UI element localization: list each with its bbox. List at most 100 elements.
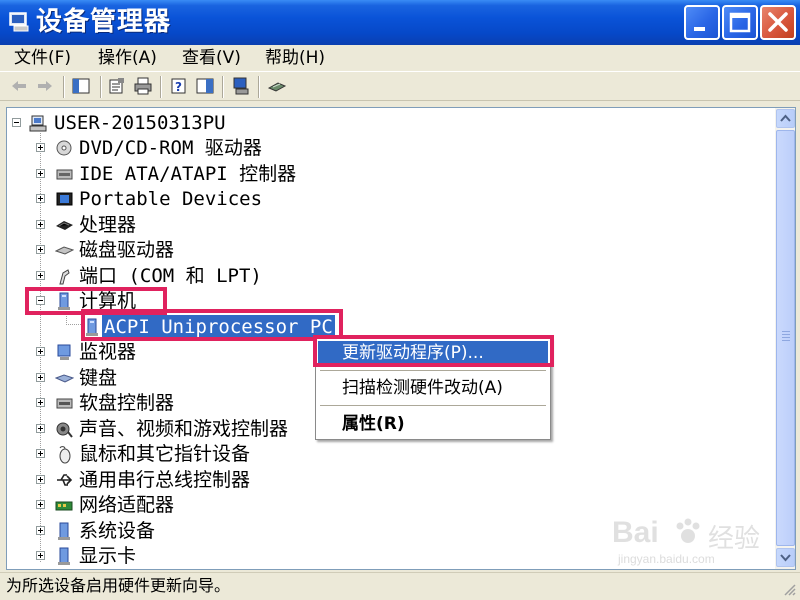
tree-label: 软盘控制器 [79,392,175,414]
ide-controller-icon [56,169,73,180]
tree-label: 显示卡 [79,545,137,567]
svg-text:?: ? [175,80,182,94]
title-bar[interactable]: 设备管理器 [0,0,800,45]
usb-icon [57,474,73,486]
device-manager-icon [9,12,29,32]
tree-label: 系统设备 [79,520,156,542]
expand-toggle[interactable] [36,143,45,152]
watermark-brand: Bai [612,516,659,549]
print-icon[interactable] [134,77,152,95]
tree-item-portable[interactable]: Portable Devices [7,187,407,212]
tree-item-disk[interactable]: 磁盘驱动器 [7,238,407,263]
show-hide-tree-icon[interactable] [72,77,90,95]
system-device-icon [58,522,70,540]
tree-label: 键盘 [79,367,118,389]
menu-item-scan-hardware[interactable]: 扫描检测硬件改动(A) [318,376,548,400]
mouse-icon [59,446,71,464]
menu-view[interactable]: 查看(V) [182,47,241,69]
collapse-toggle[interactable] [12,118,21,127]
root-label: USER-20150313PU [54,112,226,134]
menu-help[interactable]: 帮助(H) [265,47,325,69]
window-title: 设备管理器 [36,7,172,37]
processor-icon [56,221,73,230]
menu-action[interactable]: 操作(A) [98,47,157,69]
maximize-button[interactable] [722,5,758,40]
tree-label: 声音、视频和游戏控制器 [79,418,289,440]
disk-drive-icon [55,246,74,255]
display-adapter-icon [58,547,70,565]
maximize-icon [729,12,751,33]
update-driver-icon[interactable] [268,77,286,95]
expand-toggle[interactable] [36,475,45,484]
monitor-icon [57,344,71,360]
highlight-box-update-driver [313,335,554,367]
forward-arrow-icon[interactable] [36,77,54,95]
expand-toggle[interactable] [36,194,45,203]
tree-item-dvd[interactable]: DVD/CD-ROM 驱动器 [7,136,407,161]
close-button[interactable] [760,5,796,40]
tree-item-mouse[interactable]: 鼠标和其它指针设备 [7,442,407,467]
highlight-box-acpi [81,309,343,341]
minimize-icon [694,27,705,31]
menu-item-properties[interactable]: 属性(R) [318,412,548,436]
tree-label: 处理器 [79,214,137,236]
tree-item-processor[interactable]: 处理器 [7,213,407,238]
scan-hardware-icon[interactable] [232,77,250,95]
watermark-tail: 经验 [708,524,761,554]
tree-item-ide[interactable]: IDE ATA/ATAPI 控制器 [7,162,407,187]
tree-item-network[interactable]: 网络适配器 [7,493,407,518]
device-manager-window: 设备管理器 文件(F) 操作(A) 查看(V) 帮助(H) ? USER-201… [0,0,800,600]
status-text: 为所选设备启用硬件更新向导。 [6,576,231,595]
tree-label: Portable Devices [79,188,263,210]
tree-root[interactable]: USER-20150313PU [7,111,407,136]
properties-icon[interactable] [108,77,126,95]
tree-label: 监视器 [79,341,137,363]
tree-label: DVD/CD-ROM 驱动器 [79,137,262,159]
tree-label: 端口 (COM 和 LPT) [79,265,262,287]
vertical-scrollbar[interactable] [775,108,795,569]
console-tree-icon[interactable] [196,77,214,95]
keyboard-icon [55,374,74,383]
menu-file[interactable]: 文件(F) [14,47,71,69]
back-arrow-icon[interactable] [10,77,28,95]
scroll-up-button[interactable] [776,109,795,128]
tree-label: 通用串行总线控制器 [79,469,251,491]
expand-toggle[interactable] [36,373,45,382]
dvd-drive-icon [56,140,72,156]
expand-toggle[interactable] [36,500,45,509]
help-icon[interactable]: ? [170,77,188,95]
resize-grip-icon[interactable] [782,582,796,596]
expand-toggle[interactable] [36,424,45,433]
expand-toggle[interactable] [36,347,45,356]
expand-toggle[interactable] [36,245,45,254]
close-icon [768,12,788,32]
expand-toggle[interactable] [36,526,45,535]
toolbar: ? [0,71,800,101]
expand-toggle[interactable] [36,220,45,229]
tree-label: 鼠标和其它指针设备 [79,443,251,465]
tree-item-system[interactable]: 系统设备 [7,519,407,544]
tree-item-port[interactable]: 端口 (COM 和 LPT) [7,264,407,289]
scan-hardware-label: 扫描检测硬件改动(A) [342,378,503,398]
network-adapter-icon [55,501,73,511]
status-bar: 为所选设备启用硬件更新向导。 [0,572,800,600]
scroll-up-arrow-icon [780,114,791,122]
watermark-url: jingyan.baidu.com [618,552,715,566]
expand-toggle[interactable] [36,398,45,407]
expand-toggle[interactable] [36,449,45,458]
computer-icon [29,115,47,132]
tree-label: 磁盘驱动器 [79,239,175,261]
expand-toggle[interactable] [36,551,45,560]
scroll-thumb[interactable] [776,130,795,546]
watermark: Bai 经验 jingyan.baidu.com [612,510,792,570]
expand-toggle[interactable] [36,169,45,178]
menu-bar: 文件(F) 操作(A) 查看(V) 帮助(H) [0,45,800,71]
tree-item-display[interactable]: 显示卡 [7,544,407,569]
tree-item-usb[interactable]: 通用串行总线控制器 [7,468,407,493]
minimize-button[interactable] [684,5,720,40]
port-icon [59,269,70,285]
properties-label: 属性(R) [342,414,405,434]
expand-toggle[interactable] [36,271,45,280]
tree-label: 网络适配器 [79,494,175,516]
portable-device-icon [56,192,73,206]
